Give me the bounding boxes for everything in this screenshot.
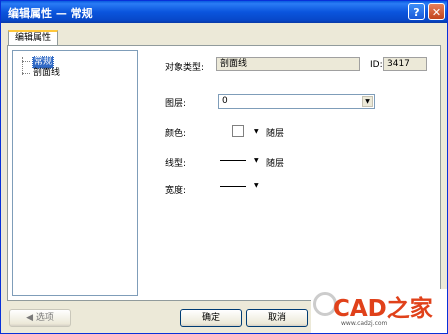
linetype-dropdown-icon[interactable]: ▼ — [254, 158, 259, 164]
width-label: 宽度: — [165, 186, 187, 196]
color-dropdown-icon[interactable]: ▼ — [254, 129, 259, 135]
ok-button[interactable]: 确定 — [180, 309, 242, 327]
watermark-logo: CAD之家 www.cadzj.com — [311, 289, 447, 333]
width-sample[interactable] — [220, 186, 246, 187]
cancel-button[interactable]: 取消 — [246, 309, 308, 327]
properties-panel: 常规 剖面线 对象类型: 剖面线 ID: 3417 图层: 0 ▼ 颜色: ▼ … — [7, 45, 441, 301]
title-bar[interactable]: 编辑属性 — 常规 ? ✕ — [1, 1, 447, 23]
chevron-down-icon[interactable]: ▼ — [362, 96, 373, 107]
edit-properties-dialog: 编辑属性 — 常规 ? ✕ 编辑属性 常规 剖面线 对象类型: 剖面线 ID: … — [0, 0, 448, 334]
id-label: ID: — [370, 60, 383, 70]
tree-item-hatch[interactable]: 剖面线 — [32, 68, 61, 79]
color-value: 随层 — [266, 129, 285, 139]
options-button[interactable]: ◀ 选项 — [9, 309, 71, 327]
id-field: 3417 — [383, 57, 427, 71]
tree-connector — [22, 61, 30, 62]
tree-connector — [22, 73, 30, 74]
window-title: 编辑属性 — 常规 — [8, 7, 93, 20]
layer-value: 0 — [222, 96, 228, 106]
property-tree[interactable]: 常规 剖面线 — [12, 50, 138, 296]
tab-edit-properties[interactable]: 编辑属性 — [8, 30, 58, 46]
logo-text: CAD之家 — [333, 296, 433, 322]
logo-url: www.cadzj.com — [341, 320, 388, 327]
color-label: 颜色: — [165, 129, 187, 139]
help-button[interactable]: ? — [408, 3, 425, 20]
linetype-value: 随层 — [266, 159, 285, 169]
color-swatch[interactable] — [232, 125, 244, 137]
layer-label: 图层: — [165, 99, 187, 109]
object-type-field: 剖面线 — [216, 57, 360, 71]
close-button[interactable]: ✕ — [428, 3, 445, 20]
linetype-label: 线型: — [165, 159, 187, 169]
layer-select[interactable]: 0 ▼ — [218, 94, 375, 109]
object-type-label: 对象类型: — [165, 63, 205, 73]
width-dropdown-icon[interactable]: ▼ — [254, 183, 259, 189]
linetype-sample[interactable] — [220, 160, 246, 161]
